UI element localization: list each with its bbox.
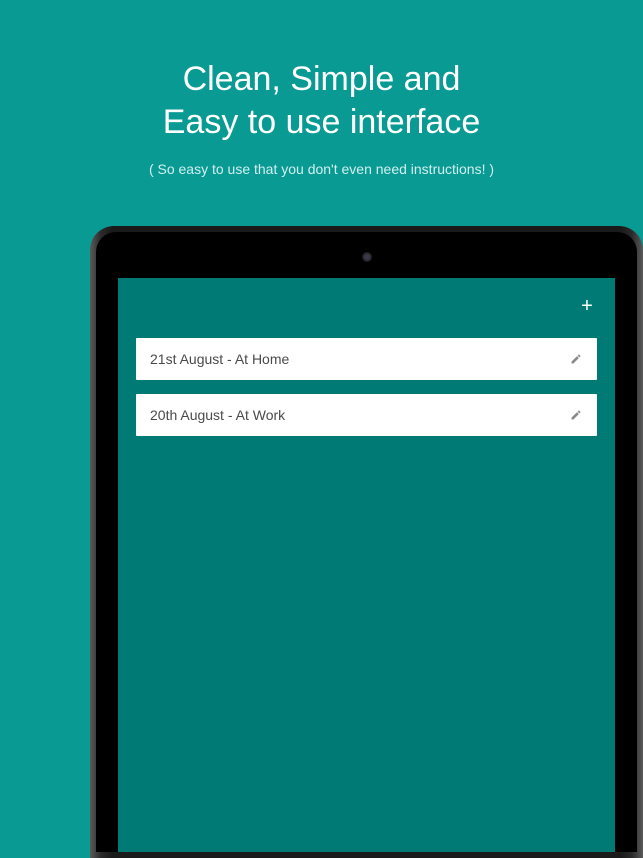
camera-icon [362, 252, 372, 262]
app-screen: + 21st August - At Home 20th August - At… [118, 278, 615, 852]
headline-line-1: Clean, Simple and [0, 58, 643, 101]
list-item-label: 20th August - At Work [150, 407, 285, 423]
headline-line-2: Easy to use interface [0, 101, 643, 144]
plus-icon: + [581, 295, 593, 318]
entries-list: 21st August - At Home 20th August - At W… [118, 290, 615, 436]
edit-icon[interactable] [569, 352, 583, 366]
headline: Clean, Simple and Easy to use interface [0, 0, 643, 143]
list-item[interactable]: 20th August - At Work [136, 394, 597, 436]
subheadline: ( So easy to use that you don't even nee… [0, 161, 643, 177]
edit-icon[interactable] [569, 408, 583, 422]
tablet-bezel: + 21st August - At Home 20th August - At… [96, 232, 637, 852]
list-item[interactable]: 21st August - At Home [136, 338, 597, 380]
list-item-label: 21st August - At Home [150, 351, 289, 367]
tablet-frame: + 21st August - At Home 20th August - At… [90, 226, 643, 858]
add-button[interactable]: + [577, 296, 597, 316]
